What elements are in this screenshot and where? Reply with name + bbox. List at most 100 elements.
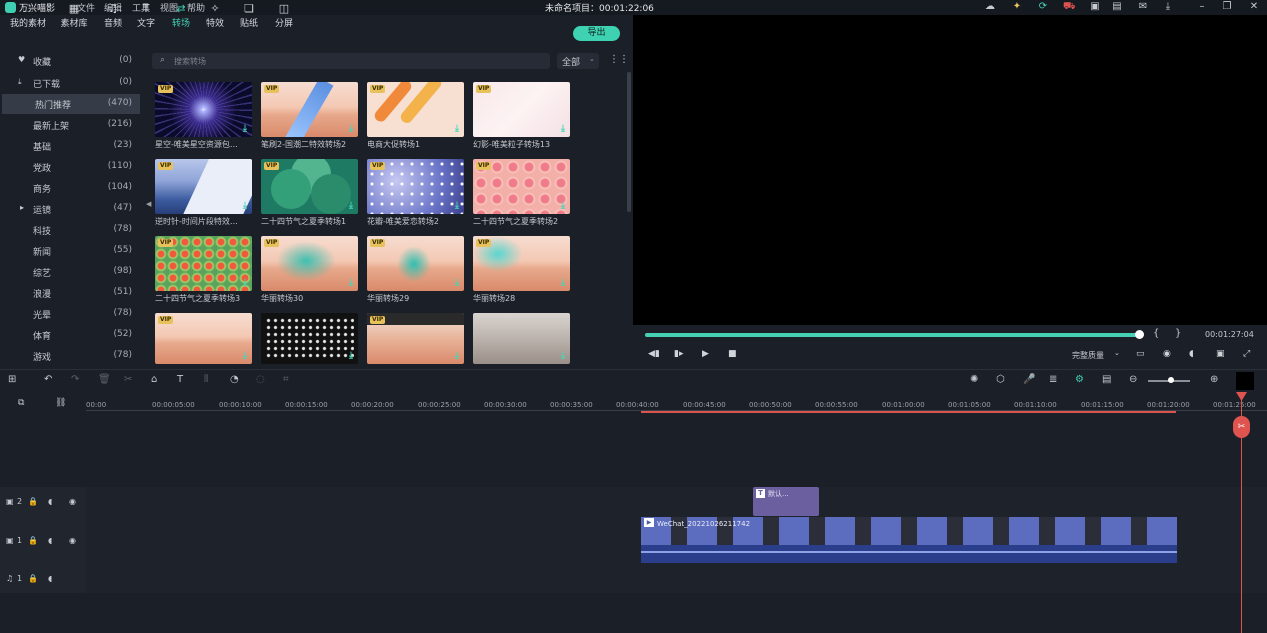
- transition-thumbnail[interactable]: VIP ⤓: [367, 236, 464, 291]
- zoom-knob[interactable]: [1168, 377, 1174, 383]
- mark-out-icon[interactable]: }: [1175, 328, 1181, 339]
- stabilize-icon[interactable]: ◌: [256, 374, 265, 385]
- undo-icon[interactable]: ↶: [44, 374, 52, 385]
- sidebar-item[interactable]: 科技 (78): [0, 220, 140, 240]
- transition-thumbnail[interactable]: VIP ⤓: [473, 159, 570, 214]
- layout-grid-icon[interactable]: ⊞: [8, 374, 16, 385]
- download-icon[interactable]: ⤓: [561, 278, 565, 288]
- restore-icon[interactable]: ❐: [1221, 1, 1233, 13]
- mark-in-icon[interactable]: {: [1153, 328, 1159, 339]
- zoom-in-icon[interactable]: ⊕: [1210, 374, 1218, 385]
- sidebar-item[interactable]: 党政 (110): [0, 157, 140, 177]
- download-icon[interactable]: ⤓: [243, 124, 247, 134]
- sync-icon[interactable]: ⟳: [1037, 1, 1049, 13]
- speed-icon[interactable]: ◔: [230, 374, 239, 385]
- lock-icon[interactable]: 🔒: [28, 574, 38, 583]
- download-icon[interactable]: ⤓: [455, 124, 459, 134]
- save-icon[interactable]: ▤: [1111, 1, 1123, 13]
- transition-thumbnail[interactable]: VIP ⤓: [367, 313, 464, 364]
- audio-split-icon[interactable]: ⫴: [204, 374, 208, 385]
- render-icon[interactable]: ✺: [970, 374, 978, 385]
- download-icon[interactable]: ⤓: [455, 201, 459, 211]
- tab-text[interactable]: T 文字: [126, 2, 166, 32]
- tab-stickers[interactable]: ❏ 贴纸: [229, 2, 269, 32]
- zoom-out-icon[interactable]: ⊖: [1129, 374, 1137, 385]
- transition-card[interactable]: VIP ⤓ 星空-唯美星空资源包…: [155, 82, 252, 150]
- transition-card[interactable]: VIP ⤓ 笔刷2-国潮二特效转场2: [261, 82, 358, 150]
- monitor-icon[interactable]: ▭: [1136, 349, 1145, 359]
- redo-icon[interactable]: ↷: [71, 374, 79, 385]
- mute-icon[interactable]: ◖: [48, 536, 52, 545]
- bulb-icon[interactable]: ✦: [1011, 1, 1023, 13]
- marker-icon[interactable]: ⬡: [996, 374, 1005, 385]
- transition-card[interactable]: ⤓: [261, 313, 358, 364]
- sidebar-item[interactable]: 体育 (52): [0, 325, 140, 345]
- ai-icon[interactable]: ⚙: [1075, 374, 1084, 385]
- transition-card[interactable]: VIP ⤓ 华丽转场28: [473, 236, 570, 304]
- search-input[interactable]: [174, 55, 474, 67]
- download-icon[interactable]: ⤓: [561, 351, 565, 361]
- scissor-icon[interactable]: ✂: [1233, 416, 1250, 438]
- tab-my-media[interactable]: 🗀 我的素材: [8, 2, 48, 32]
- progress-knob[interactable]: [1135, 330, 1144, 339]
- download-icon[interactable]: ⤓: [349, 124, 353, 134]
- transition-card[interactable]: VIP ⤓ 华丽转场30: [261, 236, 358, 304]
- scrollbar[interactable]: [627, 72, 631, 212]
- sidebar-item[interactable]: 最新上架 (216): [0, 115, 140, 135]
- step-icon[interactable]: ▮▸: [674, 349, 683, 359]
- crop-icon[interactable]: ⌗: [283, 374, 289, 385]
- transition-card[interactable]: VIP ⤓ 华丽转场29: [367, 236, 464, 304]
- download-icon[interactable]: ⤓: [455, 278, 459, 288]
- prev-frame-icon[interactable]: ◀▮: [648, 349, 660, 359]
- close-icon[interactable]: ✕: [1248, 1, 1260, 13]
- grid-view-icon[interactable]: ⋮⋮: [609, 54, 629, 65]
- sidebar-item[interactable]: 光晕 (78): [0, 304, 140, 324]
- text-edit-icon[interactable]: T: [177, 374, 183, 385]
- download-icon[interactable]: ⤓: [243, 201, 247, 211]
- transition-card[interactable]: VIP ⤓ 花瓣-唯美爱恋转场2: [367, 159, 464, 227]
- sidebar-item[interactable]: 商务 (104): [0, 178, 140, 198]
- eye-icon[interactable]: ◉: [69, 536, 76, 545]
- sidebar-item[interactable]: ⤓ 已下载 (0): [0, 73, 140, 93]
- tab-media-library[interactable]: ▦ 素材库: [54, 2, 94, 32]
- transition-card[interactable]: VIP ⤓: [367, 313, 464, 364]
- volume-icon[interactable]: ◖: [1189, 349, 1194, 359]
- transition-thumbnail[interactable]: VIP ⤓: [261, 159, 358, 214]
- quality-select[interactable]: 完整质量: [1072, 350, 1104, 361]
- delete-icon[interactable]: 🗑: [98, 374, 111, 385]
- download-icon[interactable]: ⤓: [561, 201, 565, 211]
- gift-icon[interactable]: ▣: [1089, 1, 1101, 13]
- transition-thumbnail[interactable]: VIP ⤓: [367, 82, 464, 137]
- transition-thumbnail[interactable]: VIP ⤓: [155, 313, 252, 364]
- transition-thumbnail[interactable]: VIP ⤓: [261, 82, 358, 137]
- audio-mixer-icon[interactable]: ≣: [1049, 374, 1057, 385]
- mute-icon[interactable]: ◖: [48, 497, 52, 506]
- layout-icon[interactable]: ▣: [1216, 349, 1225, 359]
- transition-card[interactable]: VIP ⤓: [155, 313, 252, 364]
- download-icon[interactable]: ⤓: [561, 124, 565, 134]
- download-icon[interactable]: ⤓: [1162, 1, 1174, 13]
- transition-card[interactable]: VIP ⤓ 逆时针-时间片段特效…: [155, 159, 252, 227]
- lock-icon[interactable]: 🔒: [28, 497, 38, 506]
- download-icon[interactable]: ⤓: [243, 351, 247, 361]
- fullscreen-icon[interactable]: ⤢: [1243, 349, 1250, 359]
- subtitle-icon[interactable]: ▤: [1102, 374, 1111, 385]
- sidebar-item[interactable]: ▸ 运镜 (47): [0, 199, 140, 219]
- download-icon[interactable]: ⤓: [243, 278, 247, 288]
- transition-thumbnail[interactable]: VIP ⤓: [473, 82, 570, 137]
- track-row-audio-1[interactable]: [86, 563, 1267, 593]
- transition-card[interactable]: VIP ⤓ 二十四节气之夏季转场2: [473, 159, 570, 227]
- transition-thumbnail[interactable]: VIP ⤓: [155, 159, 252, 214]
- transition-thumbnail[interactable]: VIP ⤓: [155, 236, 252, 291]
- collapse-sidebar-icon[interactable]: ◀: [146, 200, 151, 208]
- transition-thumbnail[interactable]: ⤓: [473, 313, 570, 364]
- transition-thumbnail[interactable]: ⤓: [261, 313, 358, 364]
- transition-card[interactable]: VIP ⤓ 二十四节气之夏季转场1: [261, 159, 358, 227]
- sidebar-item[interactable]: 游戏 (78): [0, 346, 140, 366]
- mic-icon[interactable]: 🎤: [1023, 374, 1035, 385]
- eye-icon[interactable]: ◉: [69, 497, 76, 506]
- export-button[interactable]: 导出: [573, 26, 620, 41]
- transition-card[interactable]: ⤓: [473, 313, 570, 364]
- transition-thumbnail[interactable]: VIP ⤓: [473, 236, 570, 291]
- snapshot-icon[interactable]: ◉: [1163, 349, 1171, 359]
